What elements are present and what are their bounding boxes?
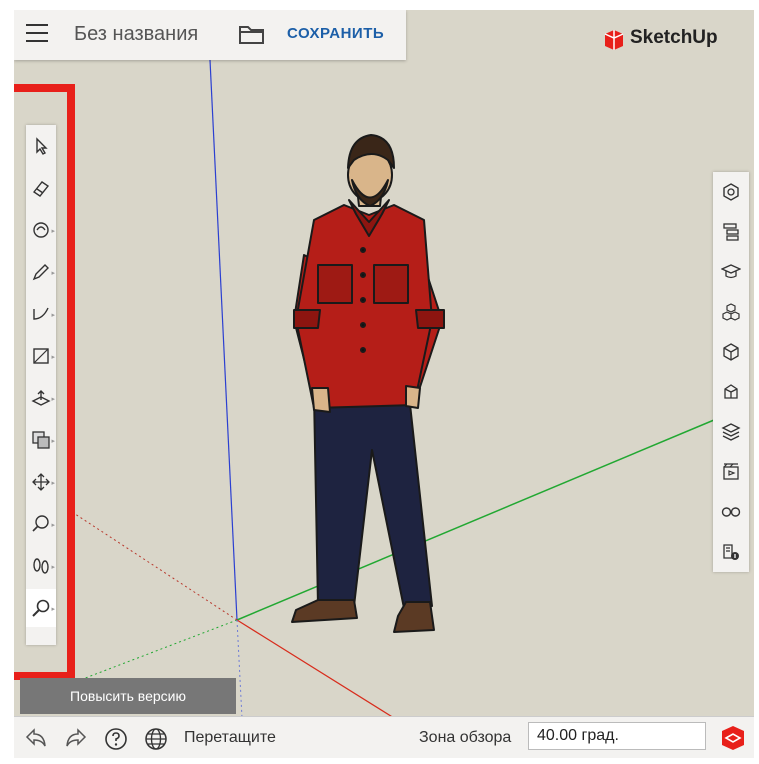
entity-info-icon	[723, 183, 739, 201]
title-bar: Без названия СОХРАНИТЬ	[14, 10, 406, 60]
styles-icon	[724, 384, 738, 399]
folder-icon[interactable]	[238, 23, 266, 45]
model-info-panel[interactable]	[713, 532, 749, 572]
right-toolbar	[713, 172, 749, 572]
sketchup-window: Без названия СОХРАНИТЬ SketchUp ▸ ▸ ▸ ▸	[14, 10, 754, 758]
status-hint: Перетащите	[184, 729, 276, 746]
undo-icon[interactable]	[24, 727, 48, 749]
layers-panel[interactable]	[713, 412, 749, 452]
toolbar-highlight-frame	[14, 84, 75, 680]
upgrade-button[interactable]: Повысить версию	[20, 678, 236, 714]
model-info-icon	[723, 544, 739, 560]
redo-icon[interactable]	[64, 727, 88, 749]
scenes-panel[interactable]	[713, 452, 749, 492]
styles-panel[interactable]	[713, 372, 749, 412]
scenes-icon	[723, 463, 739, 480]
components-icon	[722, 303, 740, 321]
globe-icon[interactable]	[144, 727, 168, 751]
instructor-panel[interactable]	[713, 252, 749, 292]
entity-info-panel[interactable]	[713, 172, 749, 212]
status-bar: Перетащите Зона обзора	[14, 716, 754, 758]
help-icon[interactable]	[104, 727, 128, 751]
layers-icon	[721, 423, 741, 441]
viewport-canvas[interactable]	[14, 10, 754, 758]
components-panel[interactable]	[713, 292, 749, 332]
sketchup-status-icon[interactable]	[720, 724, 746, 752]
fov-label: Зона обзора	[419, 729, 512, 746]
logo-text: SketchUp	[630, 27, 718, 48]
save-button[interactable]: СОХРАНИТЬ	[287, 25, 384, 42]
display-panel[interactable]	[713, 492, 749, 532]
sketchup-logo-icon	[604, 30, 624, 50]
instructor-icon	[721, 264, 741, 279]
menu-icon[interactable]	[26, 24, 48, 44]
materials-icon	[723, 343, 739, 361]
outliner-panel[interactable]	[713, 212, 749, 252]
outliner-icon	[723, 223, 739, 241]
display-icon	[721, 507, 741, 517]
materials-panel[interactable]	[713, 332, 749, 372]
fov-input[interactable]	[528, 722, 706, 750]
document-title[interactable]: Без названия	[74, 23, 198, 46]
